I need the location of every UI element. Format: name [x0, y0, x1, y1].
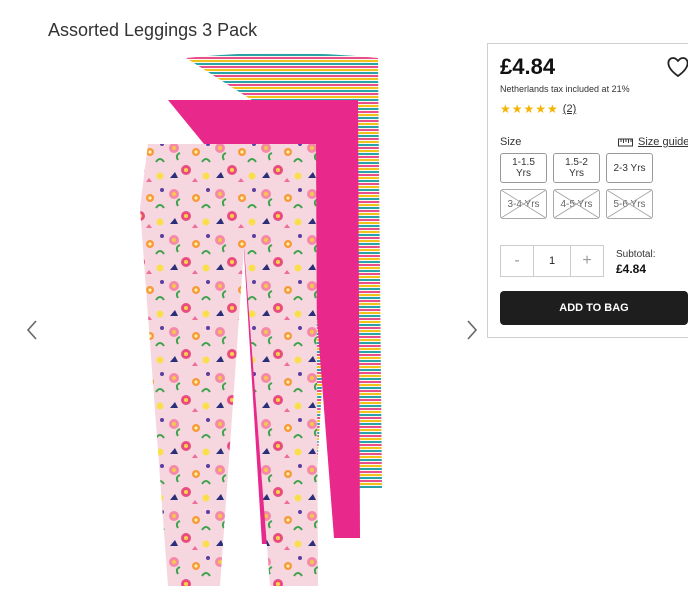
size-option[interactable]: 1.5-2 Yrs: [553, 153, 600, 183]
size-option-label: 5-6 Yrs: [613, 198, 646, 210]
size-guide-link[interactable]: Size guide: [618, 136, 688, 148]
star-rating-icon: ★★★★★: [500, 102, 559, 116]
quantity-decrease-button[interactable]: -: [501, 246, 533, 276]
product-image: [140, 53, 382, 586]
subtotal-label: Subtotal:: [616, 249, 656, 260]
page-title: Assorted Leggings 3 Pack: [48, 20, 258, 41]
size-option[interactable]: 1-1.5 Yrs: [500, 153, 547, 183]
quantity-stepper: - +: [500, 245, 604, 277]
quantity-input[interactable]: [533, 246, 571, 276]
quantity-increase-button[interactable]: +: [571, 246, 603, 276]
add-to-bag-button[interactable]: ADD TO BAG: [500, 291, 688, 325]
size-option-label: 3-4 Yrs: [507, 198, 540, 210]
product-price: £4.84: [500, 54, 556, 79]
subtotal: Subtotal: £4.84: [616, 249, 655, 276]
image-gallery: [0, 40, 488, 593]
subtotal-value: £4.84: [616, 262, 647, 276]
size-guide-label: Size guide: [638, 136, 688, 148]
size-option-out-of-stock[interactable]: 3-4 Yrs: [500, 189, 547, 219]
chevron-left-icon[interactable]: [22, 315, 42, 345]
heart-icon[interactable]: [666, 56, 688, 78]
size-option-label: 4-5 Yrs: [560, 198, 593, 210]
size-option[interactable]: 2-3 Yrs: [606, 153, 653, 183]
size-label: Size: [500, 136, 522, 148]
tax-note: Netherlands tax included at 21%: [500, 84, 630, 94]
size-selector: 1-1.5 Yrs 1.5-2 Yrs 2-3 Yrs 3-4 Yrs 4-5 …: [500, 153, 654, 219]
size-option-out-of-stock[interactable]: 4-5 Yrs: [553, 189, 600, 219]
purchase-panel: £4.84 Netherlands tax included at 21% ★★…: [487, 43, 688, 338]
ruler-icon: [618, 138, 633, 146]
review-count-link[interactable]: (2): [563, 103, 576, 115]
chevron-right-icon[interactable]: [462, 315, 482, 345]
size-option-out-of-stock[interactable]: 5-6 Yrs: [606, 189, 653, 219]
rating: ★★★★★ (2): [500, 102, 576, 116]
